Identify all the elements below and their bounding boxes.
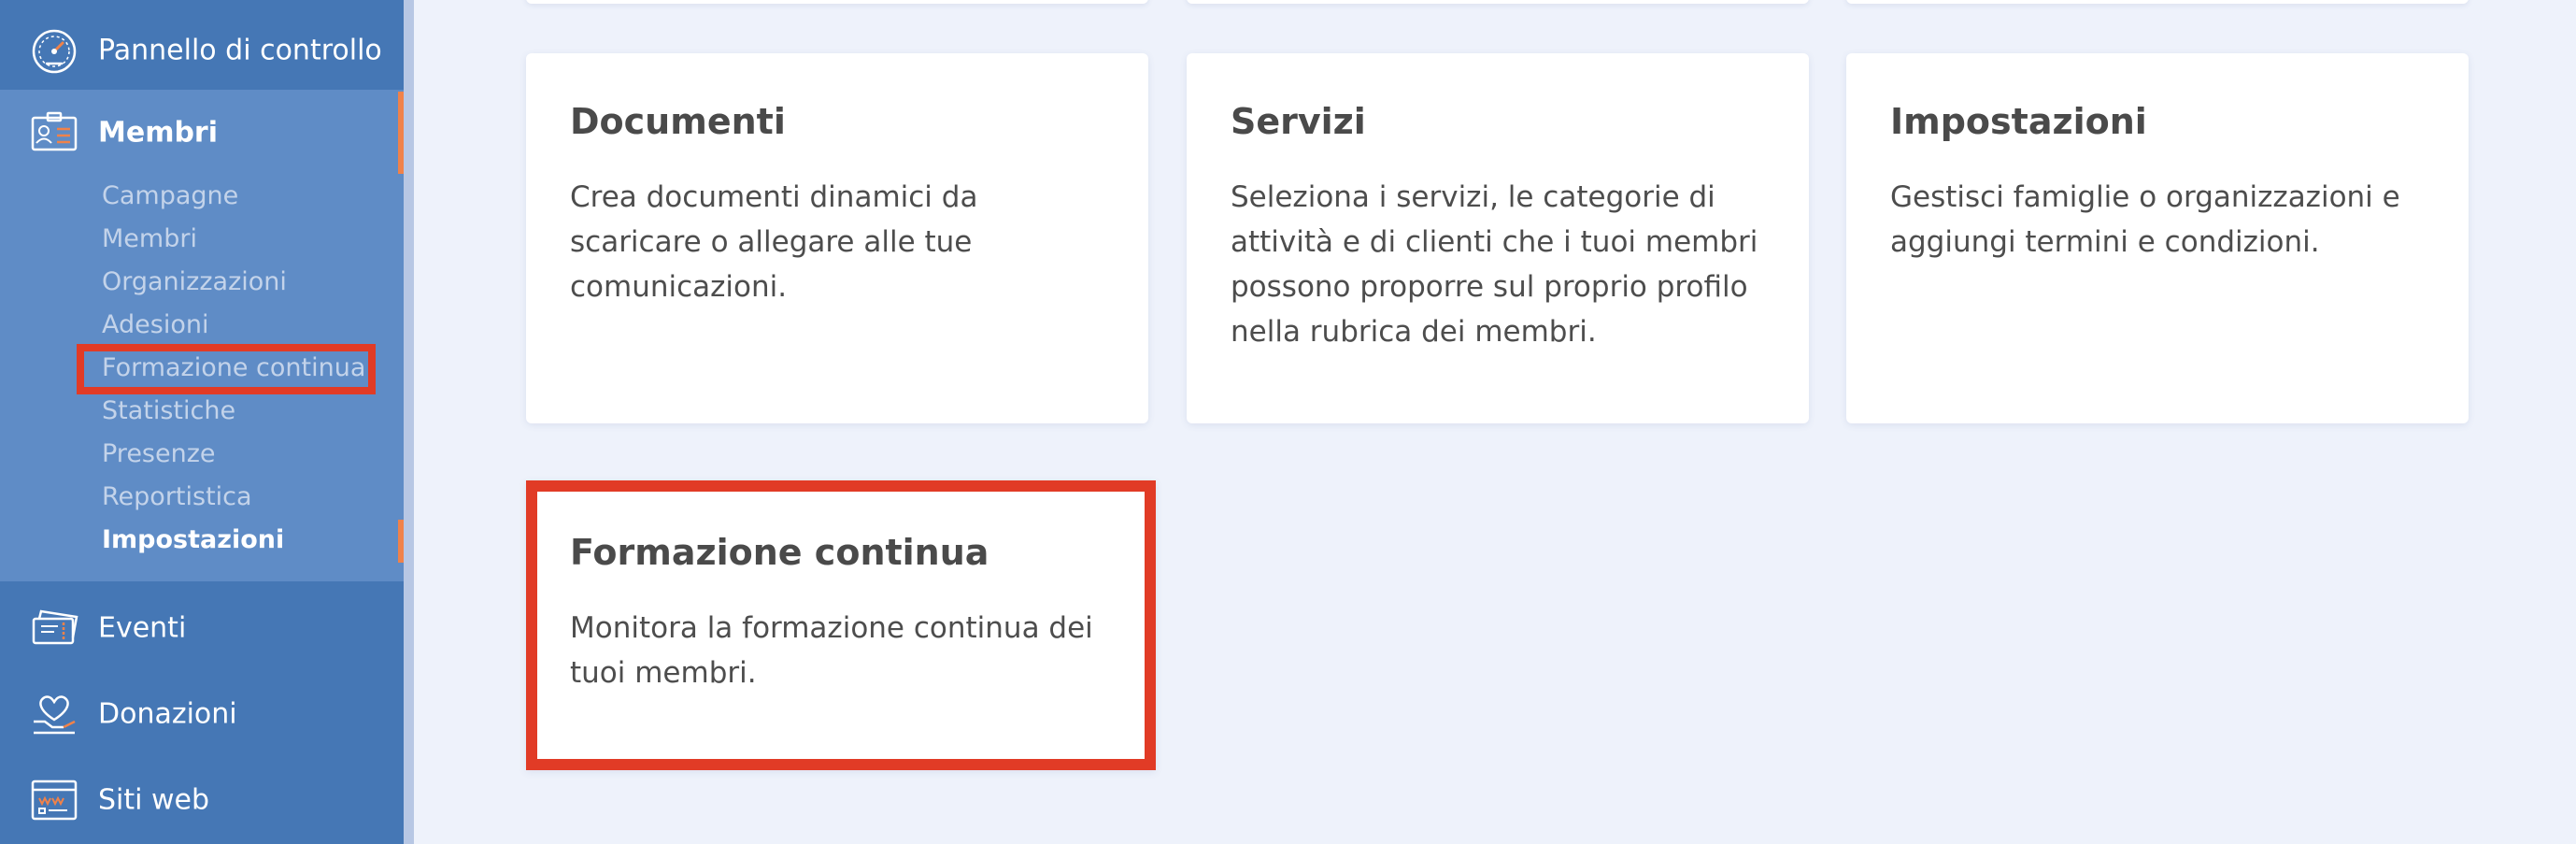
card-partial-top[interactable] <box>1846 0 2469 4</box>
sidebar-item-label: Donazioni <box>98 697 237 731</box>
card-partial-top[interactable] <box>1187 0 1809 4</box>
card-settings[interactable]: Impostazioni Gestisci famiglie o organiz… <box>1846 53 2469 423</box>
submenu-item-campaigns[interactable]: Campagne <box>102 179 238 213</box>
card-description: Gestisci famiglie o organizzazioni e agg… <box>1890 180 2400 259</box>
submenu-item-memberships[interactable]: Adesioni <box>102 308 208 342</box>
browser-window-icon <box>31 780 78 821</box>
app-window: Pannello di controllo Membri Campagne Me… <box>0 0 2576 844</box>
card-description: Monitora la formazione continua dei tuoi… <box>570 611 1093 690</box>
sidebar-item-label: Membri <box>98 116 219 150</box>
heart-hand-icon <box>34 695 76 735</box>
submenu-item-reports[interactable]: Reportistica <box>102 480 252 514</box>
card-services[interactable]: Servizi Seleziona i servizi, le categori… <box>1187 53 1809 423</box>
tickets-icon <box>32 609 78 645</box>
submenu-item-attendance[interactable]: Presenze <box>102 437 216 471</box>
sidebar-item-donations[interactable]: Donazioni <box>0 671 404 757</box>
sidebar-item-dashboard[interactable]: Pannello di controllo <box>0 7 404 93</box>
card-partial-top[interactable] <box>526 0 1148 4</box>
highlight-box-continuing-education <box>77 344 376 394</box>
card-title: Impostazioni <box>1890 101 2147 142</box>
submenu-item-organizations[interactable]: Organizzazioni <box>102 265 287 299</box>
speedometer-icon <box>32 29 77 74</box>
submenu-item-members[interactable]: Membri <box>102 222 197 256</box>
card-description: Seleziona i servizi, le categorie di att… <box>1231 180 1758 349</box>
sidebar-item-events[interactable]: Eventi <box>0 585 404 671</box>
sidebar-divider <box>404 0 414 844</box>
card-description: Crea documenti dinamici da scaricare o a… <box>570 180 978 304</box>
card-documents[interactable]: Documenti Crea documenti dinamici da sca… <box>526 53 1148 423</box>
members-section: Membri Campagne Membri Organizzazioni Ad… <box>0 90 404 581</box>
sidebar-item-members[interactable]: Membri <box>0 90 404 176</box>
card-title: Documenti <box>570 101 786 142</box>
sidebar-item-websites[interactable]: Siti web <box>0 757 404 843</box>
sidebar: Pannello di controllo Membri Campagne Me… <box>0 0 404 844</box>
submenu-item-settings[interactable]: Impostazioni <box>102 523 284 557</box>
card-title: Formazione continua <box>570 532 989 573</box>
submenu-item-statistics[interactable]: Statistiche <box>102 394 235 428</box>
id-card-icon <box>31 111 78 151</box>
card-continuing-education[interactable]: Formazione continua Monitora la formazio… <box>526 480 1156 770</box>
sidebar-item-label: Siti web <box>98 783 210 817</box>
sidebar-item-label: Eventi <box>98 611 187 645</box>
card-title: Servizi <box>1231 101 1366 142</box>
sidebar-item-label: Pannello di controllo <box>98 34 382 67</box>
